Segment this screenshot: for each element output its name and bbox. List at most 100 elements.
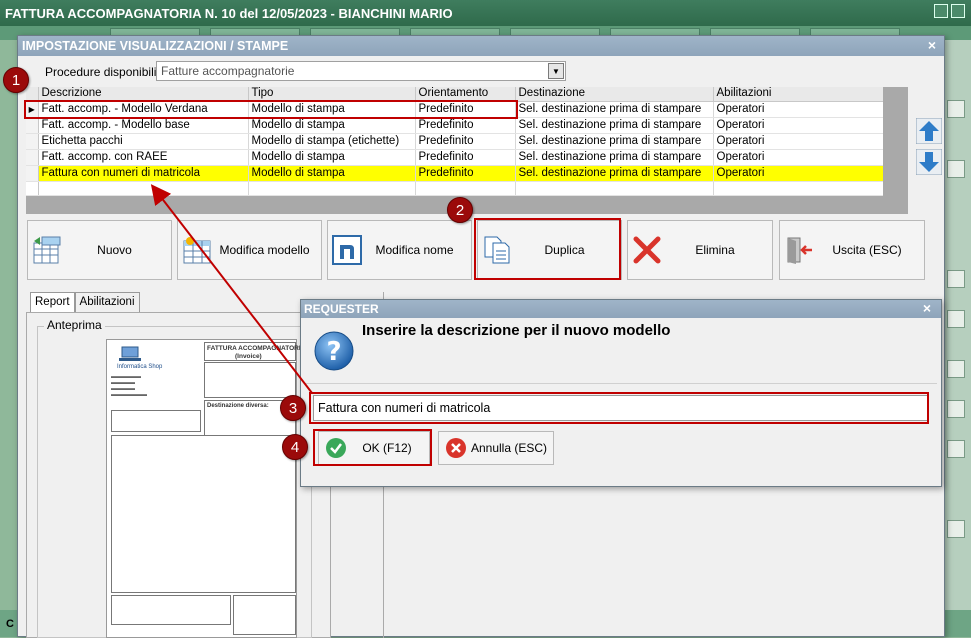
divider: [305, 383, 937, 384]
preview-label: Anteprima: [44, 318, 105, 332]
table-row[interactable]: Etichetta pacchi Modello di stampa (etic…: [26, 133, 884, 150]
cell-empty[interactable]: [38, 181, 249, 196]
procedure-label: Procedure disponibili :: [45, 65, 164, 79]
requester-dialog: REQUESTER × ? Inserire la descrizione pe…: [300, 299, 942, 487]
table-row[interactable]: Fatt. accomp. con RAEE Modello di stampa…: [26, 149, 884, 166]
settings-window-title: IMPOSTAZIONE VISUALIZZAZIONI / STAMPE: [22, 39, 289, 53]
preview-body-table: [111, 435, 296, 593]
preview-doc-info-box: [111, 410, 201, 432]
preview-customer-box: [204, 362, 296, 398]
svg-text:?: ?: [326, 337, 341, 367]
close-icon[interactable]: ×: [923, 300, 931, 316]
tab-abilitazioni[interactable]: Abilitazioni: [74, 292, 140, 313]
new-button[interactable]: Nuovo: [27, 220, 172, 280]
procedure-select[interactable]: Fatture accompagnatorie ▼: [156, 61, 566, 81]
requester-title: REQUESTER: [304, 302, 379, 316]
column-header-abilitazioni[interactable]: Abilitazioni: [713, 87, 884, 102]
cell-destinazione[interactable]: Sel. destinazione prima di stampare: [515, 165, 714, 182]
tool-button[interactable]: [947, 520, 965, 538]
column-header-destinazione[interactable]: Destinazione: [515, 87, 714, 102]
column-header-orientamento[interactable]: Orientamento: [415, 87, 516, 102]
cancel-icon: [446, 438, 466, 458]
move-up-icon[interactable]: [916, 118, 942, 144]
cell-descrizione[interactable]: Fatt. accomp. - Modello base: [38, 117, 249, 134]
table-row-empty[interactable]: [26, 181, 884, 196]
delete-x-icon: [633, 236, 661, 264]
preview-title-box: FATTURA ACCOMPAGNATORIA (Invoice): [204, 342, 305, 361]
cell-empty[interactable]: [415, 181, 516, 196]
column-header-tipo[interactable]: Tipo: [248, 87, 416, 102]
cell-tipo[interactable]: Modello di stampa: [248, 165, 416, 182]
cell-destinazione[interactable]: Sel. destinazione prima di stampare: [515, 117, 714, 134]
cell-orientamento[interactable]: Predefinito: [415, 165, 516, 182]
table-row[interactable]: ▶ Fatt. accomp. - Modello Verdana Modell…: [26, 101, 884, 118]
delete-button[interactable]: Elimina: [627, 220, 773, 280]
cell-abilitazioni[interactable]: Operatori: [713, 165, 884, 182]
exit-button[interactable]: Uscita (ESC): [779, 220, 925, 280]
check-icon: [326, 438, 346, 458]
cell-orientamento[interactable]: Predefinito: [415, 133, 516, 150]
table-row-highlighted[interactable]: Fattura con numeri di matricola Modello …: [26, 165, 884, 182]
tool-button[interactable]: [947, 310, 965, 328]
step-badge-3: 3: [280, 395, 306, 421]
cell-orientamento[interactable]: Predefinito: [415, 149, 516, 166]
question-icon: ?: [314, 331, 354, 371]
cell-empty[interactable]: [248, 181, 416, 196]
ok-button[interactable]: OK (F12): [318, 431, 430, 465]
cell-empty[interactable]: [515, 181, 714, 196]
table-row[interactable]: Fatt. accomp. - Modello base Modello di …: [26, 117, 884, 134]
preview-footer-box: [111, 595, 231, 625]
models-grid: Descrizione Tipo Orientamento Destinazio…: [26, 87, 908, 214]
tab-strip: Report Abilitazioni: [30, 292, 140, 314]
cell-abilitazioni[interactable]: Operatori: [713, 133, 884, 150]
tool-button[interactable]: [947, 160, 965, 178]
cell-tipo[interactable]: Modello di stampa (etichette): [248, 133, 416, 150]
cell-tipo[interactable]: Modello di stampa: [248, 101, 416, 118]
edit-model-button[interactable]: Modifica modello: [177, 220, 322, 280]
step-badge-2: 2: [447, 197, 473, 223]
description-input[interactable]: Fattura con numeri di matricola: [313, 395, 928, 421]
main-window-title: FATTURA ACCOMPAGNATORIA N. 10 del 12/05/…: [5, 6, 453, 21]
requester-message: Inserire la descrizione per il nuovo mod…: [362, 322, 671, 339]
cell-orientamento[interactable]: Predefinito: [415, 117, 516, 134]
duplicate-button[interactable]: Duplica: [477, 220, 622, 280]
tool-button[interactable]: [947, 270, 965, 288]
cell-abilitazioni[interactable]: Operatori: [713, 149, 884, 166]
cancel-button[interactable]: Annulla (ESC): [438, 431, 554, 465]
tool-button[interactable]: [947, 400, 965, 418]
company-logo-icon: [119, 346, 141, 361]
current-row-icon: ▶: [26, 101, 39, 118]
row-indicator: [26, 133, 39, 150]
move-down-icon[interactable]: [916, 149, 942, 175]
preview-company-lines: ▬▬▬▬▬ ▬▬▬▬ ▬▬▬▬ ▬▬▬▬▬▬: [111, 374, 147, 398]
preview-dest-label: Destinazione diversa:: [207, 403, 269, 409]
status-text: C: [6, 618, 14, 630]
cell-destinazione[interactable]: Sel. destinazione prima di stampare: [515, 133, 714, 150]
cell-tipo[interactable]: Modello di stampa: [248, 117, 416, 134]
cell-abilitazioni[interactable]: Operatori: [713, 101, 884, 118]
chevron-down-icon[interactable]: ▼: [548, 63, 564, 79]
grid-scroll-area[interactable]: [883, 87, 908, 214]
close-icon[interactable]: ×: [928, 37, 936, 53]
cell-tipo[interactable]: Modello di stampa: [248, 149, 416, 166]
cell-abilitazioni[interactable]: Operatori: [713, 117, 884, 134]
tab-report[interactable]: Report: [30, 292, 75, 314]
cell-empty[interactable]: [713, 181, 884, 196]
minimize-button[interactable]: [934, 4, 948, 18]
tool-button[interactable]: [947, 100, 965, 118]
preview-doc-title: FATTURA ACCOMPAGNATORIA: [207, 345, 306, 352]
rename-button[interactable]: Modifica nome: [327, 220, 472, 280]
cell-descrizione[interactable]: Fatt. accomp. - Modello Verdana: [38, 101, 249, 118]
column-header-descrizione[interactable]: Descrizione: [38, 87, 249, 102]
tool-button[interactable]: [947, 360, 965, 378]
cell-orientamento[interactable]: Predefinito: [415, 101, 516, 118]
cell-destinazione[interactable]: Sel. destinazione prima di stampare: [515, 101, 714, 118]
cell-descrizione[interactable]: Etichetta pacchi: [38, 133, 249, 150]
cell-descrizione[interactable]: Fattura con numeri di matricola: [38, 165, 249, 182]
cell-descrizione[interactable]: Fatt. accomp. con RAEE: [38, 149, 249, 166]
step-badge-1: 1: [3, 67, 29, 93]
requester-title-bar: REQUESTER ×: [301, 300, 941, 318]
maximize-button[interactable]: [951, 4, 965, 18]
cell-destinazione[interactable]: Sel. destinazione prima di stampare: [515, 149, 714, 166]
tool-button[interactable]: [947, 440, 965, 458]
